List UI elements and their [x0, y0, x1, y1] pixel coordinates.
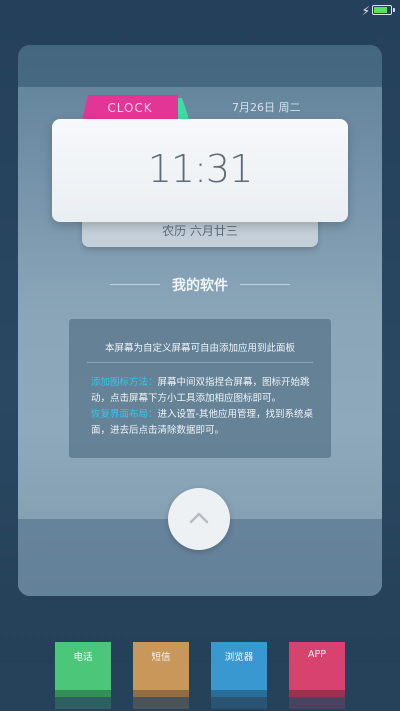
panel-top-band [18, 45, 382, 87]
info-divider [87, 362, 313, 363]
section-title: 我的软件 [172, 278, 228, 294]
clock-tab[interactable]: CLOCK [82, 95, 178, 121]
info-body: 添加图标方法：屏幕中间双指捏合屏幕，图标开始跳动，点击屏幕下方小工具添加相应图标… [91, 375, 315, 439]
battery-icon [372, 5, 395, 15]
dock-app-sms[interactable]: 短信 [133, 642, 189, 709]
dock-app-base [133, 690, 189, 697]
section-header: 我的软件 [110, 273, 290, 295]
dock-app-reflection [289, 697, 345, 709]
custom-screen-panel: CLOCK 7月26日 周二 农历 六月廿三 11:31 我的软件 本屏幕为自定… [18, 45, 382, 596]
dock-app-reflection [211, 697, 267, 709]
dock-app-reflection [133, 697, 189, 709]
tip-restore-layout-label: 恢复界面布局： [91, 409, 158, 420]
bolt-icon: ⚡ [361, 4, 370, 18]
chevron-up-icon [189, 512, 209, 524]
dock-app-phone[interactable]: 电话 [55, 642, 111, 709]
dock-app-base [289, 690, 345, 697]
dock-app-label: 短信 [151, 652, 171, 663]
clock-widget[interactable]: 11:31 [52, 119, 348, 222]
lunar-date: 农历 六月廿三 [162, 224, 238, 238]
expand-up-button[interactable] [168, 488, 230, 550]
status-bar: ⚡ [0, 0, 400, 24]
date-label: 7月26日 周二 [232, 101, 301, 114]
info-header: 本屏幕为自定义屏幕可自由添加应用到此面板 [104, 343, 295, 354]
battery-fill [374, 7, 387, 13]
dock-app-label: APP [308, 649, 326, 660]
dock-app-label: 电话 [73, 652, 93, 663]
dock-app-label: 浏览器 [224, 652, 254, 663]
tip-add-icon-label: 添加图标方法： [91, 377, 158, 388]
clock-time: 11:31 [147, 147, 254, 191]
dock-app-reflection [55, 697, 111, 709]
dock-app-base [55, 690, 111, 697]
divider-right [240, 284, 290, 285]
dock-app-browser[interactable]: 浏览器 [211, 642, 267, 709]
dock-app-app[interactable]: APP [289, 642, 345, 709]
dock-app-base [211, 690, 267, 697]
info-box: 本屏幕为自定义屏幕可自由添加应用到此面板 添加图标方法：屏幕中间双指捏合屏幕，图… [69, 319, 331, 458]
